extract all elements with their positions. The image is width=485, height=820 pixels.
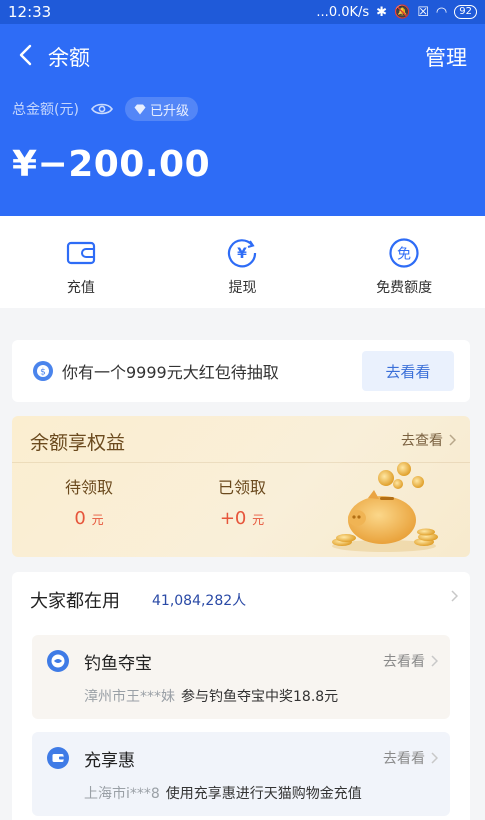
claimed-stat[interactable]: 已领取 +0 元 <box>187 474 297 529</box>
recharge-label: 充值 <box>66 280 95 296</box>
svg-text:$: $ <box>40 368 46 378</box>
service-go-link[interactable]: 去看看 <box>383 748 438 768</box>
red-packet-icon: $ <box>33 361 53 381</box>
mute-icon: 🔕 <box>394 4 411 20</box>
red-packet-go-button[interactable]: 去看看 <box>362 351 454 391</box>
service-description: 上海市i***8 使用充享惠进行天猫购物金充值 <box>84 786 362 802</box>
service-fishing-treasure[interactable]: 钓鱼夺宝 去看看 漳州市王***妹 参与钓鱼夺宝中奖18.8元 <box>32 635 450 719</box>
benefits-title: 余额享权益 <box>30 432 126 454</box>
pending-label: 待领取 <box>64 478 113 497</box>
balance-benefits-card: 余额享权益 去查看 待领取 0 元 已领取 +0 元 <box>12 416 470 557</box>
svg-text:¥: ¥ <box>238 246 248 262</box>
red-packet-banner[interactable]: $ 你有一个9999元大红包待抽取 去看看 <box>12 340 470 402</box>
service-go-link[interactable]: 去看看 <box>383 651 438 671</box>
recharge-button[interactable]: 充值 <box>21 216 141 308</box>
popular-user-count: 41,084,282人 <box>152 593 247 609</box>
free-quota-button[interactable]: 免 免费额度 <box>344 216 464 308</box>
card-icon <box>47 747 69 769</box>
free-quota-icon: 免 <box>388 237 420 269</box>
total-amount-row: 总金额(元) 已升级 <box>12 97 198 121</box>
balance-header: 余额 管理 总金额(元) 已升级 ¥−200.00 <box>0 24 485 216</box>
wifi-icon: ◠ <box>435 4 448 20</box>
manage-button[interactable]: 管理 <box>425 42 467 72</box>
popular-services-card: 大家都在用 41,084,282人 钓鱼夺宝 去看看 漳州市王***妹 参与钓鱼夺… <box>12 572 470 820</box>
benefits-view-label: 去查看 <box>401 433 443 449</box>
balance-amount: ¥−200.00 <box>12 144 211 185</box>
service-name: 充享惠 <box>84 751 135 771</box>
withdraw-label: 提现 <box>228 280 257 296</box>
service-recharge-benefit[interactable]: 充享惠 去看看 上海市i***8 使用充享惠进行天猫购物金充值 <box>32 732 450 816</box>
status-time: 12:33 <box>8 3 52 21</box>
chevron-right-icon[interactable] <box>451 590 458 602</box>
popular-title: 大家都在用 <box>30 591 120 612</box>
back-arrow-icon[interactable] <box>12 42 38 68</box>
service-name: 钓鱼夺宝 <box>84 654 152 674</box>
withdraw-button[interactable]: ¥ 提现 <box>182 216 302 308</box>
status-icons: ...0.0K/s ✱ 🔕 ☒ ◠ 92 <box>316 5 477 20</box>
upgraded-badge-label: 已升级 <box>149 103 189 119</box>
status-bar: 12:33 ...0.0K/s ✱ 🔕 ☒ ◠ 92 <box>0 0 485 24</box>
fishing-icon <box>47 650 69 672</box>
free-quota-label: 免费额度 <box>376 280 433 296</box>
network-speed: ...0.0K/s <box>316 4 370 20</box>
yen-transfer-icon: ¥ <box>226 237 258 269</box>
chevron-right-icon <box>449 434 456 446</box>
red-packet-text: 你有一个9999元大红包待抽取 <box>62 363 279 382</box>
chevron-right-icon <box>431 655 438 667</box>
chevron-right-icon <box>431 752 438 764</box>
eye-icon[interactable] <box>90 101 113 117</box>
svg-text:免: 免 <box>397 247 411 263</box>
service-description: 漳州市王***妹 参与钓鱼夺宝中奖18.8元 <box>84 689 339 705</box>
piggy-bank-icon <box>332 462 438 552</box>
claimed-value: +0 元 <box>219 508 265 529</box>
bluetooth-icon: ✱ <box>376 4 388 20</box>
total-amount-label: 总金额(元) <box>12 102 79 118</box>
pending-value: 0 元 <box>74 508 104 529</box>
pending-stat[interactable]: 待领取 0 元 <box>34 474 144 529</box>
wallet-icon <box>65 237 97 269</box>
page-title: 余额 <box>48 46 90 70</box>
sim-icon: ☒ <box>417 4 429 20</box>
quick-actions: 充值 ¥ 提现 免 免费额度 <box>0 216 485 308</box>
battery-icon: 92 <box>454 5 477 19</box>
upgraded-badge[interactable]: 已升级 <box>124 97 198 121</box>
claimed-label: 已领取 <box>217 478 266 497</box>
diamond-icon <box>134 104 146 114</box>
benefits-view-link[interactable]: 去查看 <box>401 430 456 450</box>
